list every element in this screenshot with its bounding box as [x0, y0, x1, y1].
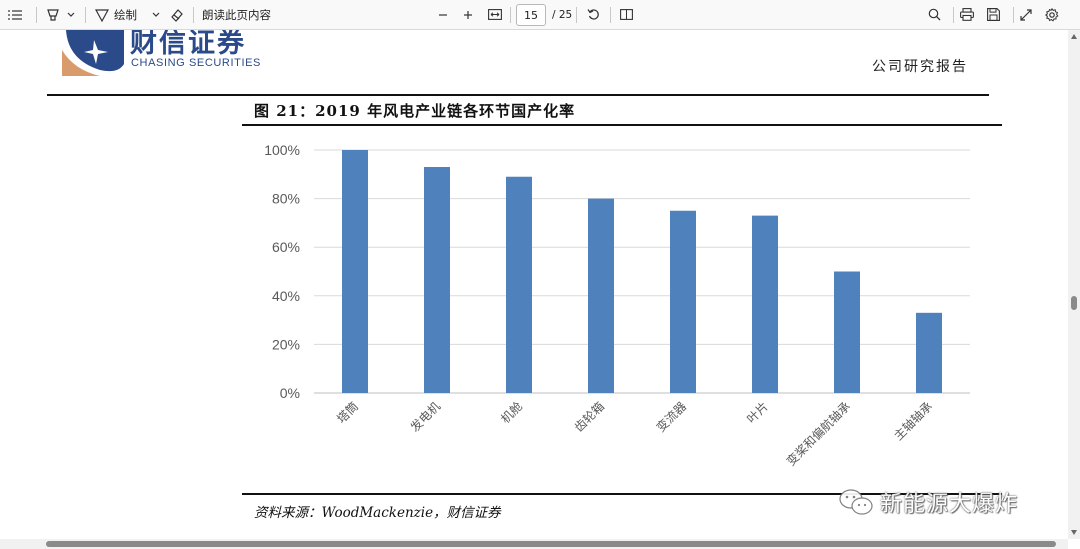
vertical-scrollbar-thumb[interactable] — [1071, 296, 1077, 310]
y-tick-label: 20% — [272, 336, 300, 352]
bar — [916, 312, 942, 393]
scroll-down-arrow-icon[interactable] — [1071, 530, 1077, 535]
horizontal-scrollbar[interactable] — [0, 539, 1068, 549]
x-tick-label: 机舱 — [498, 399, 525, 426]
settings-gear-icon[interactable] — [1043, 3, 1061, 27]
bar — [342, 150, 368, 393]
bar — [506, 176, 532, 393]
toolbar-divider — [510, 6, 511, 23]
rotate-icon[interactable] — [584, 3, 602, 27]
y-tick-label: 60% — [272, 239, 300, 255]
draw-label[interactable]: 绘制 — [114, 7, 137, 23]
figure-title-divider — [242, 124, 1002, 126]
y-tick-label: 40% — [272, 288, 300, 304]
bar — [670, 210, 696, 393]
vertical-scrollbar[interactable] — [1068, 30, 1080, 539]
x-tick-label: 变桨和偏航轴承 — [783, 399, 853, 469]
search-icon[interactable] — [925, 3, 943, 27]
bar — [834, 271, 860, 393]
horizontal-scrollbar-thumb[interactable] — [46, 541, 1056, 547]
watermark-text: 新能源大爆炸 — [880, 492, 1019, 517]
logo-chinese-name: 财信证券 — [130, 30, 246, 59]
bar-chart: 0% 20% 40% 60% 80% 100% 塔筒 发电机 机舱 齿轮箱 变流器 叶片 变桨和偏航轴承… — [264, 142, 970, 469]
figure-title: 图 21：2019 年风电产业链各环节国产化率 — [254, 102, 576, 120]
y-tick-label: 100% — [264, 142, 300, 158]
header-divider — [47, 94, 989, 96]
report-type-label: 公司研究报告 — [872, 59, 968, 75]
x-tick-label: 叶片 — [744, 399, 771, 426]
toolbar-divider — [610, 6, 611, 23]
page-view-icon[interactable] — [616, 3, 636, 27]
figure-source: 资料来源：WoodMackenzie，财信证券 — [254, 505, 501, 521]
x-tick-label: 主轴轴承 — [891, 399, 936, 444]
toolbar-divider — [576, 6, 577, 23]
toolbar-divider — [1013, 6, 1014, 23]
toolbar-divider — [953, 6, 954, 23]
y-tick-label: 0% — [280, 385, 300, 401]
logo-english-name: CHASING SECURITIES — [131, 57, 261, 69]
print-icon[interactable] — [958, 3, 976, 27]
eraser-icon[interactable] — [167, 3, 187, 27]
highlight-icon[interactable] — [43, 3, 63, 27]
contents-icon[interactable] — [0, 3, 30, 27]
draw-icon[interactable] — [92, 3, 112, 27]
document-page: 财信证券 CHASING SECURITIES 公司研究报告 图 21：2019… — [0, 30, 1068, 539]
zoom-in-icon[interactable] — [459, 3, 477, 27]
page-number-input[interactable] — [516, 4, 546, 26]
highlight-chevron-down-icon[interactable] — [63, 3, 79, 27]
toolbar-divider — [193, 6, 194, 23]
read-aloud-button[interactable]: 朗读此页内容 — [202, 7, 271, 23]
pdf-toolbar: 绘制 朗读此页内容 / 25 — [0, 0, 1080, 30]
x-tick-label: 发电机 — [407, 399, 443, 435]
zoom-out-icon[interactable] — [434, 3, 452, 27]
x-tick-label: 塔筒 — [334, 399, 362, 427]
watermark: 新能源大爆炸 — [838, 486, 1018, 518]
toolbar-divider — [36, 6, 37, 23]
save-icon[interactable] — [984, 3, 1002, 27]
scroll-up-arrow-icon[interactable] — [1071, 34, 1077, 39]
wechat-icon — [839, 489, 873, 515]
page-total: / 25 — [552, 8, 573, 21]
bar — [424, 167, 450, 393]
expand-icon[interactable] — [1017, 3, 1035, 27]
y-tick-label: 80% — [272, 191, 300, 207]
bar — [752, 215, 778, 393]
x-tick-label: 变流器 — [653, 399, 689, 435]
x-tick-label: 齿轮箱 — [571, 399, 607, 435]
toolbar-divider — [85, 6, 86, 23]
fit-width-icon[interactable] — [485, 3, 505, 27]
draw-chevron-down-icon[interactable] — [145, 3, 167, 27]
company-logo-icon — [62, 30, 124, 76]
bar — [588, 198, 614, 393]
